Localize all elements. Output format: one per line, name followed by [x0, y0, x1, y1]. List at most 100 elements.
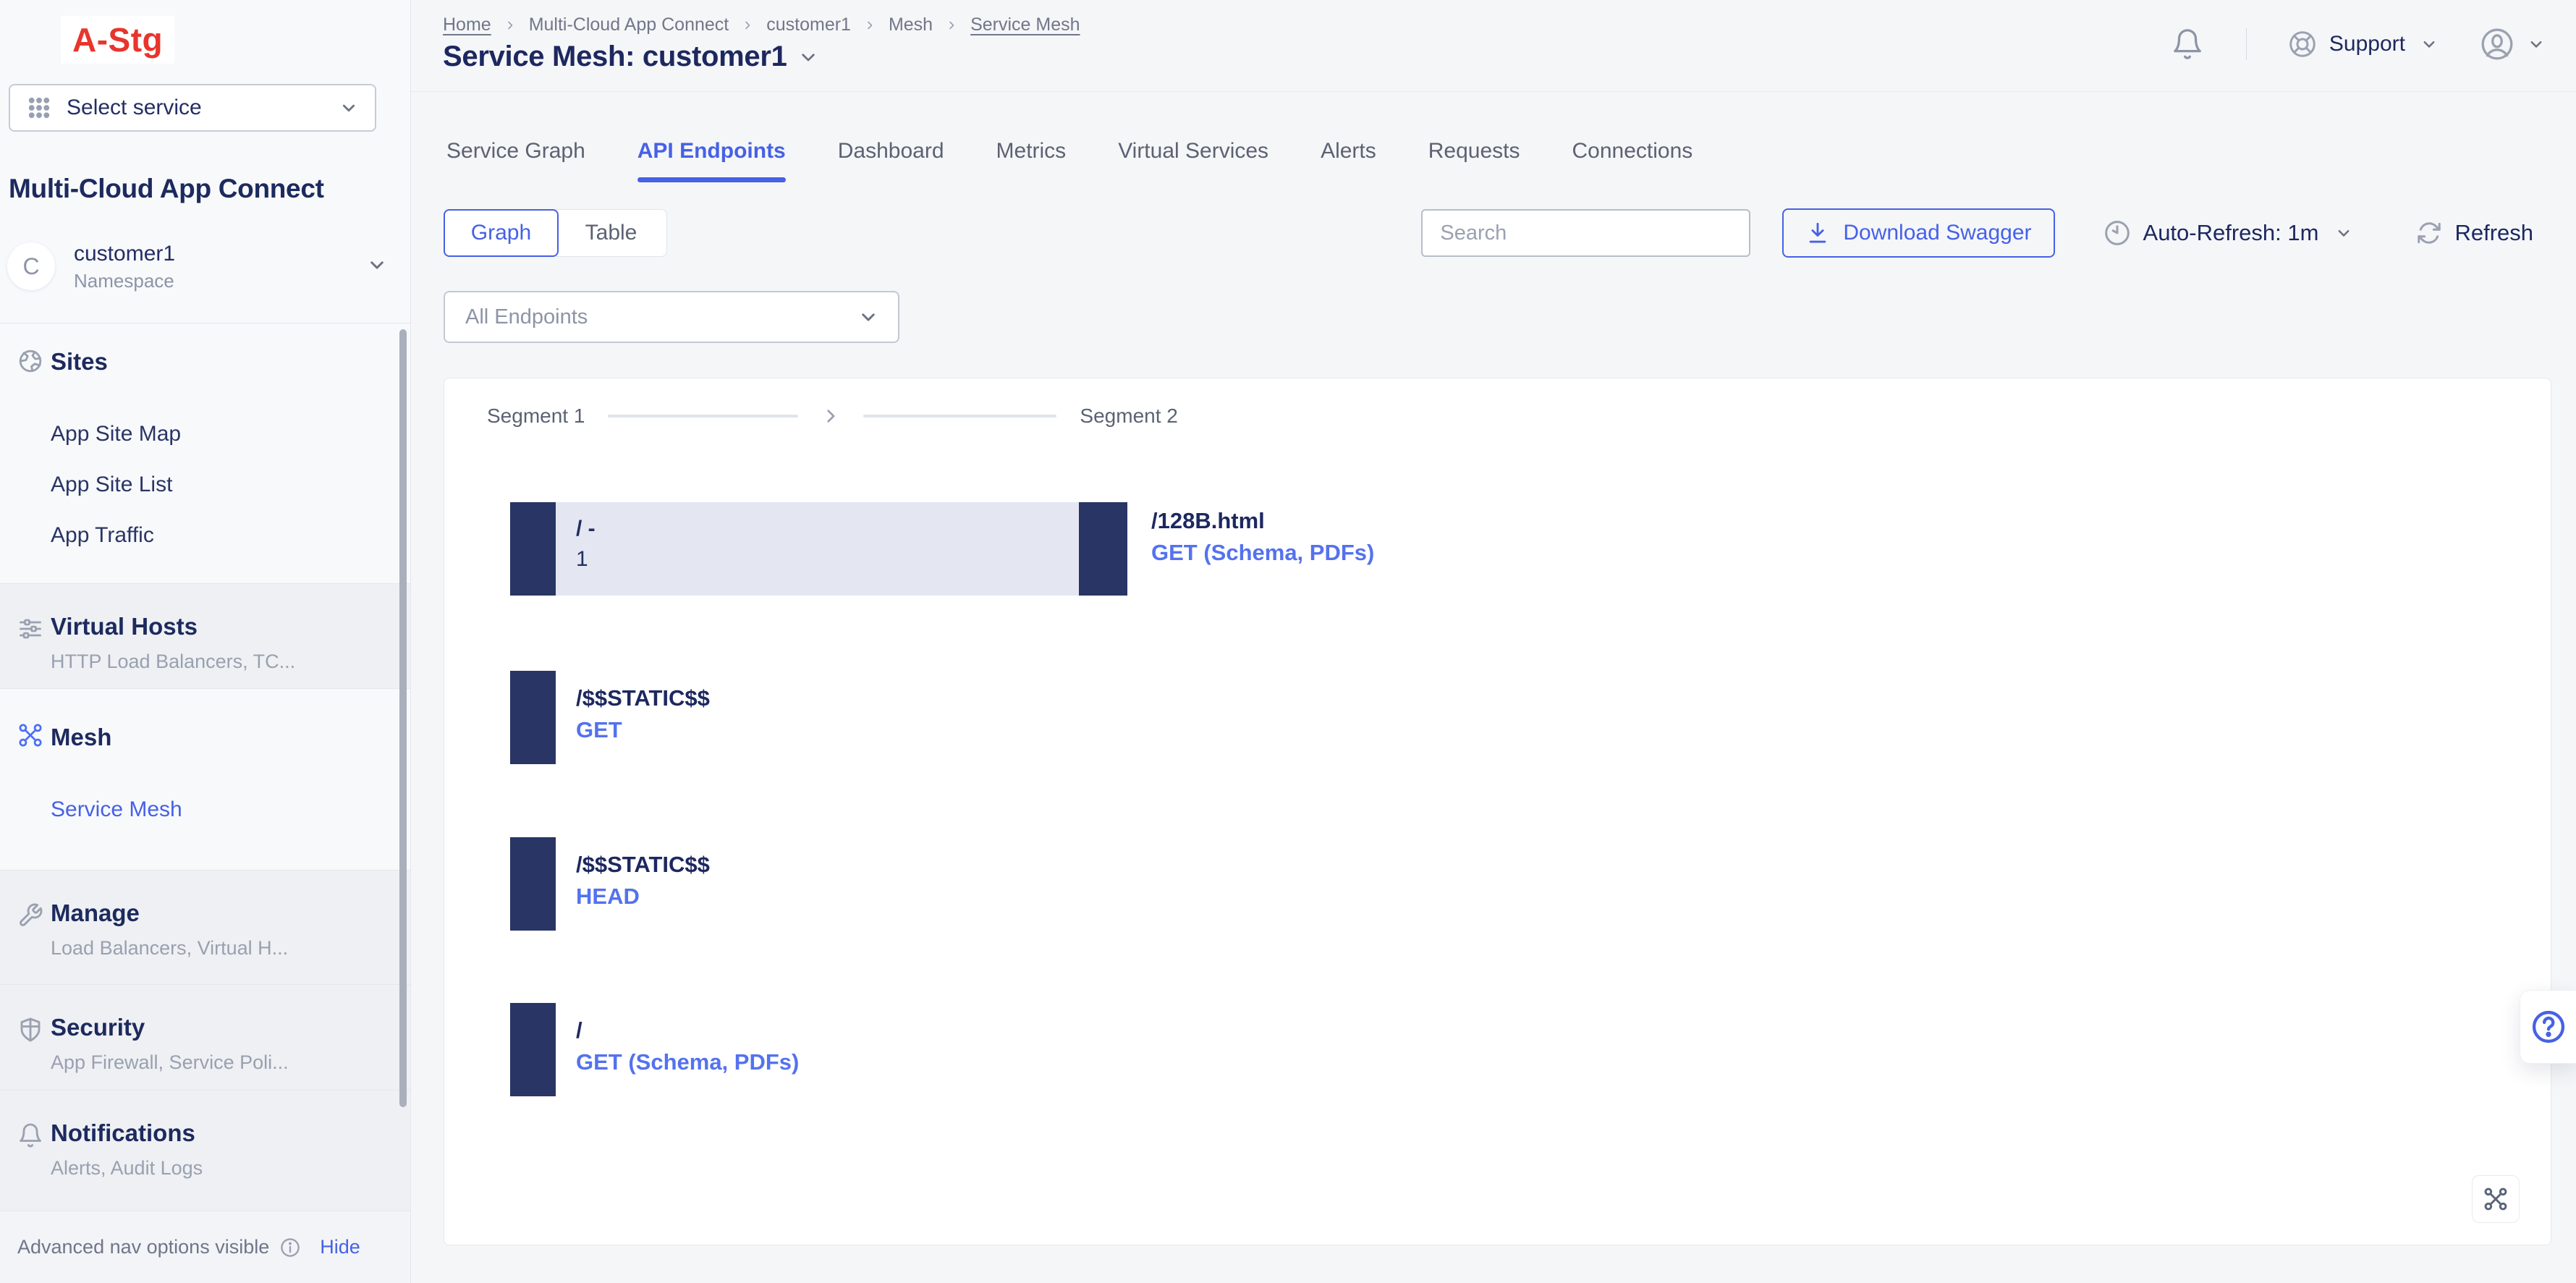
- refresh-button[interactable]: Refresh: [2415, 219, 2533, 247]
- sidebar-section-notifications[interactable]: Notifications Alerts, Audit Logs: [0, 1090, 410, 1211]
- sidebar-section-title-notifications[interactable]: Notifications: [51, 1119, 195, 1147]
- sidebar-section-title-virtual-hosts[interactable]: Virtual Hosts: [51, 613, 198, 640]
- hide-advanced-nav-link[interactable]: Hide: [320, 1236, 360, 1258]
- graph-node-label[interactable]: /$$STATIC$$ HEAD: [576, 849, 710, 913]
- advanced-nav-status: Advanced nav options visible: [17, 1236, 269, 1258]
- sidebar-item-service-mesh[interactable]: Service Mesh: [51, 784, 182, 835]
- chevron-down-icon: [2528, 36, 2544, 52]
- endpoint-method: GET (Schema, PDFs): [1151, 537, 1374, 569]
- sidebar-section-subtitle-notifications: Alerts, Audit Logs: [51, 1157, 203, 1180]
- support-label: Support: [2329, 32, 2405, 56]
- tab-alerts[interactable]: Alerts: [1321, 135, 1376, 172]
- breadcrumb-customer1[interactable]: customer1: [766, 14, 851, 35]
- tab-connections[interactable]: Connections: [1572, 135, 1693, 172]
- sidebar-section-title-manage[interactable]: Manage: [51, 899, 140, 927]
- graph-node-label[interactable]: / GET (Schema, PDFs): [576, 1015, 799, 1078]
- endpoint-path: /$$STATIC$$: [576, 682, 710, 714]
- link-path: / -: [576, 514, 596, 544]
- endpoint-filter-select[interactable]: All Endpoints: [444, 291, 899, 343]
- endpoint-filter-value: All Endpoints: [465, 305, 588, 329]
- sidebar-section-subtitle-virtual-hosts: HTTP Load Balancers, TC...: [51, 651, 295, 673]
- chevron-down-icon: [2421, 36, 2437, 52]
- sankey-link-band: / - 1: [556, 502, 1079, 596]
- brand-logo: A-Stg: [61, 16, 174, 64]
- main-content: Home Multi-Cloud App Connect customer1 M…: [411, 0, 2576, 1283]
- endpoint-method: GET (Schema, PDFs): [576, 1046, 799, 1078]
- page-title: Service Mesh: customer1: [443, 41, 787, 73]
- sidebar-item-app-site-list[interactable]: App Site List: [51, 460, 181, 510]
- graph-node-label[interactable]: /$$STATIC$$ GET: [576, 682, 710, 746]
- segment-connector-line: [608, 415, 798, 418]
- sidebar-item-app-site-map[interactable]: App Site Map: [51, 409, 181, 460]
- help-button[interactable]: [2520, 990, 2576, 1064]
- sidebar-scrollbar-thumb[interactable]: [399, 329, 407, 1107]
- breadcrumb-mcac[interactable]: Multi-Cloud App Connect: [529, 14, 729, 35]
- toolbar: Graph Table Download Swagger Auto-Refres…: [444, 208, 2533, 258]
- mesh-icon: [17, 722, 43, 752]
- fit-to-screen-button[interactable]: [2472, 1175, 2520, 1223]
- breadcrumb-service-mesh[interactable]: Service Mesh: [970, 14, 1080, 35]
- link-label: / - 1: [576, 514, 596, 575]
- sidebar: A-Stg Select service Multi-Cloud App Con…: [0, 0, 411, 1283]
- endpoint-path: /128B.html: [1151, 505, 1374, 537]
- graph-node-bar-segment1[interactable]: [510, 502, 556, 596]
- sidebar-section-manage[interactable]: Manage Load Balancers, Virtual H...: [0, 870, 410, 984]
- graph-node-bar-segment2[interactable]: [1079, 502, 1127, 596]
- breadcrumb-home[interactable]: Home: [443, 14, 491, 35]
- support-menu[interactable]: Support: [2287, 29, 2437, 59]
- sidebar-section-subtitle-manage: Load Balancers, Virtual H...: [51, 937, 288, 960]
- chevron-right-icon: [821, 407, 840, 425]
- search-input[interactable]: [1421, 209, 1750, 257]
- graph-node-label[interactable]: /128B.html GET (Schema, PDFs): [1151, 505, 1374, 569]
- chevron-down-icon[interactable]: [799, 48, 818, 67]
- chevron-right-icon: [742, 20, 753, 31]
- account-menu[interactable]: [2479, 26, 2544, 62]
- tab-api-endpoints[interactable]: API Endpoints: [637, 135, 786, 172]
- info-icon: [279, 1237, 301, 1258]
- tab-virtual-services[interactable]: Virtual Services: [1118, 135, 1268, 172]
- namespace-kind: Namespace: [74, 268, 175, 293]
- breadcrumb-mesh[interactable]: Mesh: [889, 14, 933, 35]
- globe-icon: [17, 348, 43, 378]
- bell-icon[interactable]: [2171, 27, 2204, 61]
- select-service-dropdown[interactable]: Select service: [9, 84, 376, 132]
- chevron-down-icon: [859, 308, 878, 326]
- auto-refresh-label: Auto-Refresh: 1m: [2143, 220, 2319, 246]
- sidebar-section-security[interactable]: Security App Firewall, Service Poli...: [0, 984, 410, 1090]
- endpoint-method: HEAD: [576, 881, 710, 913]
- sidebar-nav: Sites App Site Map App Site List App Tra…: [0, 323, 410, 1211]
- namespace-name: customer1: [74, 240, 175, 268]
- sidebar-section-virtual-hosts[interactable]: Virtual Hosts HTTP Load Balancers, TC...: [0, 583, 410, 688]
- sidebar-section-mesh: Mesh Service Mesh: [0, 688, 410, 870]
- graph-view-button[interactable]: Graph: [444, 209, 559, 257]
- sidebar-item-app-traffic[interactable]: App Traffic: [51, 510, 181, 561]
- chevron-down-icon: [340, 99, 357, 117]
- endpoint-path: /: [576, 1015, 799, 1046]
- namespace-switcher[interactable]: C customer1 Namespace: [7, 230, 398, 302]
- page-title-row: Service Mesh: customer1: [443, 41, 818, 73]
- sidebar-section-title-mesh[interactable]: Mesh: [51, 724, 111, 751]
- sidebar-section-title-security[interactable]: Security: [51, 1014, 145, 1041]
- graph-node-bar-segment1[interactable]: [510, 671, 556, 764]
- tab-service-graph[interactable]: Service Graph: [446, 135, 585, 172]
- tab-metrics[interactable]: Metrics: [996, 135, 1067, 172]
- tab-dashboard[interactable]: Dashboard: [838, 135, 944, 172]
- topbar: Home Multi-Cloud App Connect customer1 M…: [411, 0, 2576, 92]
- graph-node-bar-segment1[interactable]: [510, 837, 556, 931]
- sidebar-section-title-sites[interactable]: Sites: [51, 348, 108, 376]
- table-view-button[interactable]: Table: [556, 209, 667, 257]
- download-swagger-label: Download Swagger: [1843, 221, 2031, 245]
- endpoint-method: GET: [576, 714, 710, 746]
- sidebar-section-items: App Site Map App Site List App Traffic: [51, 409, 181, 561]
- tab-requests[interactable]: Requests: [1428, 135, 1520, 172]
- chevron-right-icon: [946, 20, 957, 31]
- api-endpoints-graph-panel: Segment 1 Segment 2 / - 1: [444, 378, 2551, 1245]
- segment1-label: Segment 1: [487, 405, 585, 428]
- chevron-down-icon: [368, 255, 386, 278]
- select-service-label: Select service: [67, 96, 202, 120]
- toolbar-right: Download Swagger Auto-Refresh: 1m Refre: [1421, 208, 2533, 258]
- download-swagger-button[interactable]: Download Swagger: [1782, 208, 2054, 258]
- graph-node-bar-segment1[interactable]: [510, 1003, 556, 1096]
- auto-refresh-control[interactable]: Auto-Refresh: 1m: [2103, 219, 2352, 247]
- chevron-down-icon: [2336, 225, 2352, 241]
